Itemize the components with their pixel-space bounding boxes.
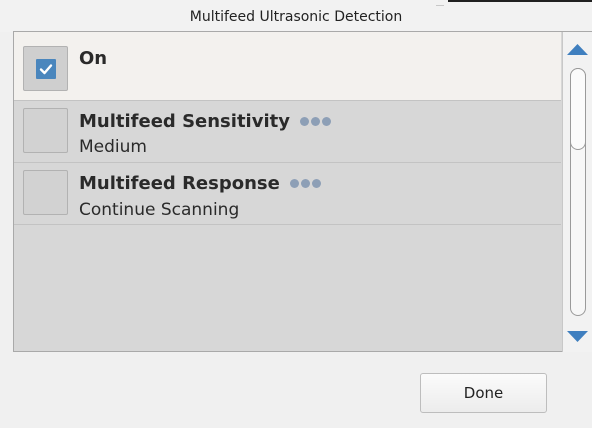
triangle-up-icon (567, 44, 588, 55)
vertical-scrollbar[interactable] (562, 32, 592, 352)
list-item-label-row: Multifeed Response (79, 173, 323, 195)
scroll-down-button[interactable] (563, 321, 592, 351)
checkmark-icon (36, 59, 56, 79)
scrollbar-track[interactable] (570, 68, 586, 316)
list-item-label-row: Multifeed Sensitivity (79, 111, 333, 133)
settings-list: On Multifeed Sensitivity Medium Multifee… (14, 32, 561, 352)
dialog-title: Multifeed Ultrasonic Detection (189, 9, 403, 25)
scrollbar-thumb[interactable] (570, 68, 586, 150)
list-item-value: Medium (79, 137, 147, 157)
dialog-title-bar: Multifeed Ultrasonic Detection (0, 0, 592, 32)
ellipsis-icon[interactable] (289, 172, 323, 193)
title-divider-small (436, 5, 444, 6)
done-button[interactable]: Done (420, 373, 547, 413)
settings-list-panel: On Multifeed Sensitivity Medium Multifee… (13, 31, 592, 352)
multifeed-response-checkbox[interactable] (23, 170, 68, 215)
triangle-down-icon (567, 331, 588, 342)
list-item-multifeed-sensitivity[interactable]: Multifeed Sensitivity Medium (14, 101, 561, 163)
ellipsis-icon[interactable] (299, 110, 333, 131)
list-item-on[interactable]: On (14, 32, 561, 101)
title-divider (448, 0, 592, 2)
scroll-up-button[interactable] (563, 35, 592, 65)
list-item-label: Multifeed Sensitivity (79, 111, 290, 132)
multifeed-sensitivity-checkbox[interactable] (23, 108, 68, 153)
list-item-multifeed-response[interactable]: Multifeed Response Continue Scanning (14, 163, 561, 225)
on-checkbox[interactable] (23, 46, 68, 91)
list-item-label: On (79, 48, 108, 69)
list-item-label: Multifeed Response (79, 173, 280, 194)
list-item-value: Continue Scanning (79, 200, 240, 220)
